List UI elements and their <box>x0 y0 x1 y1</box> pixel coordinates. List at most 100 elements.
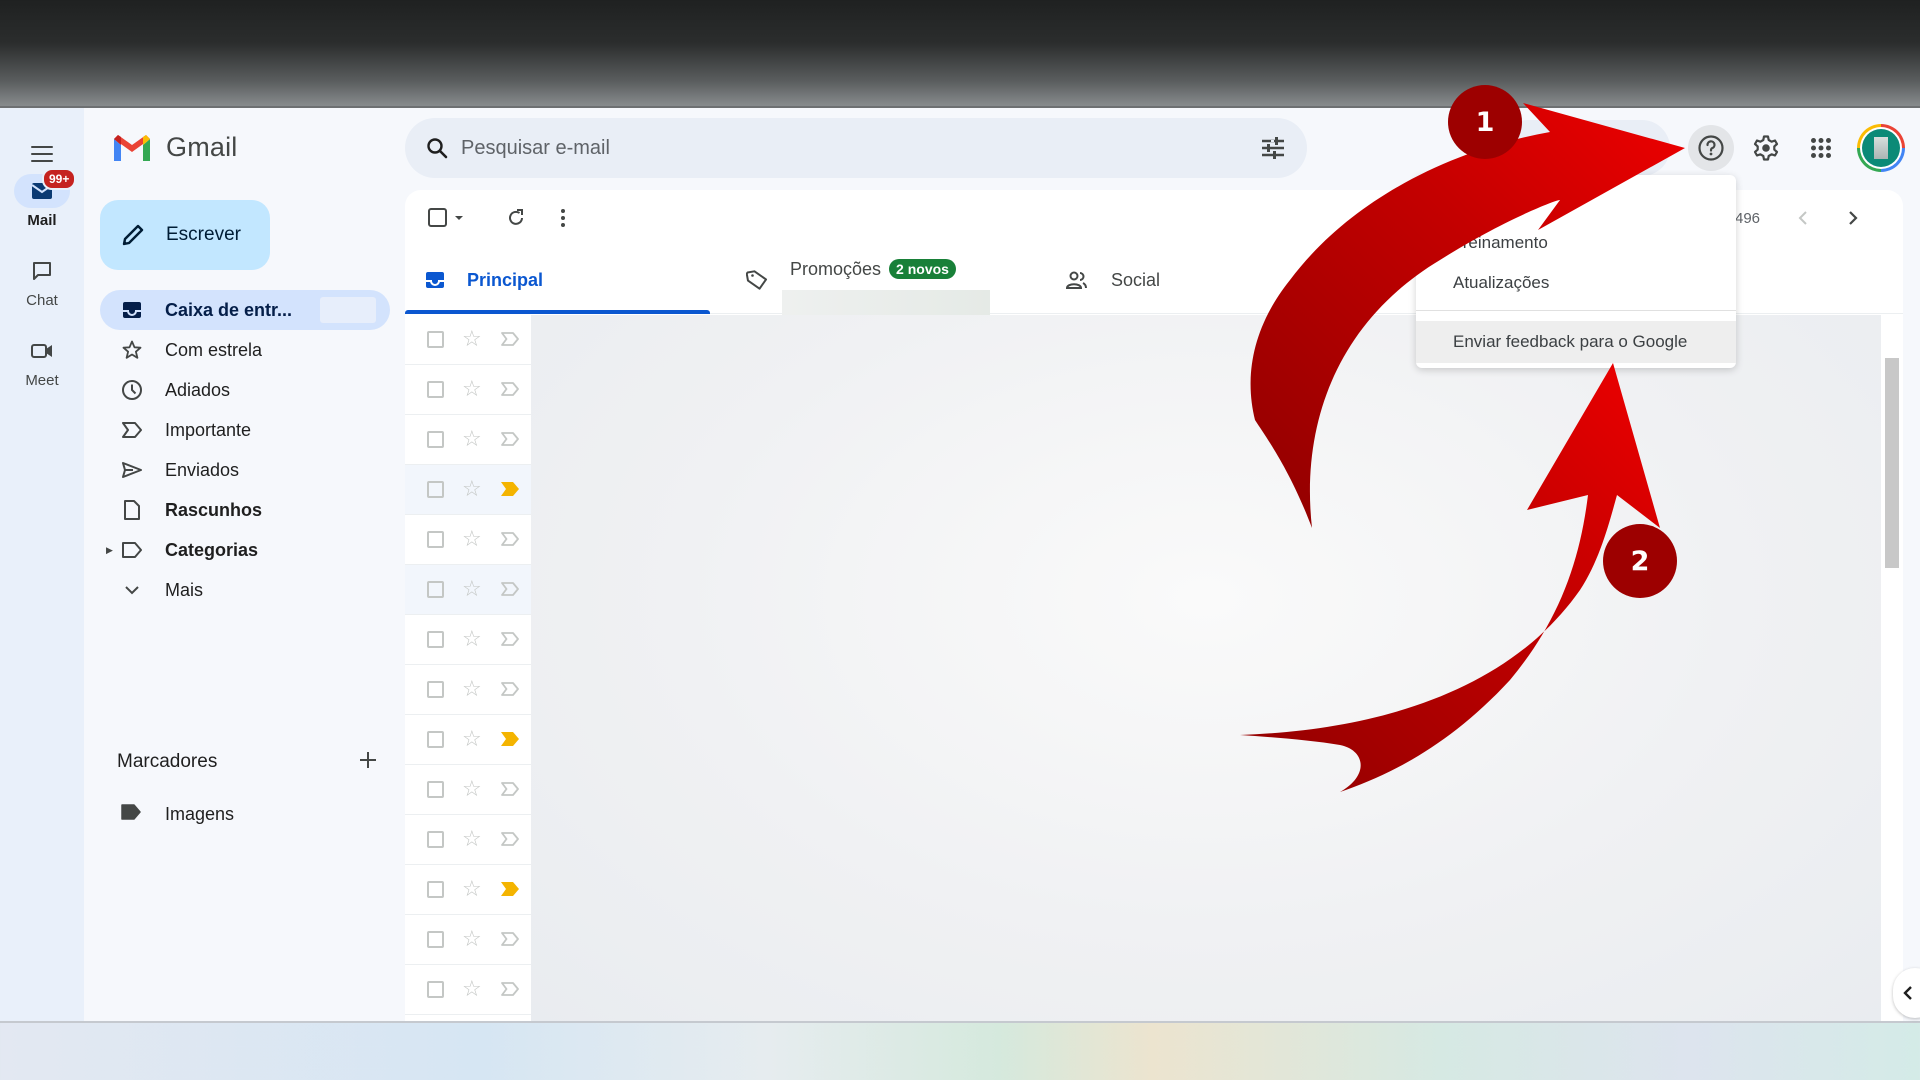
menu-item-treinamento[interactable]: Treinamento <box>1416 223 1736 263</box>
nav-item-inbox[interactable]: Caixa de entr... <box>100 290 390 330</box>
star-icon[interactable]: ☆ <box>462 677 482 701</box>
star-icon[interactable]: ☆ <box>462 727 482 751</box>
tab-social[interactable]: Social <box>1015 246 1320 314</box>
expand-caret-icon[interactable]: ▶ <box>106 545 113 556</box>
row-checkbox[interactable] <box>427 431 444 448</box>
nav-item-categories[interactable]: ▶ Categorias <box>100 530 390 570</box>
menu-item-atualizacoes[interactable]: Atualizações <box>1416 263 1736 303</box>
message-row[interactable]: ☆ <box>405 315 531 365</box>
tag-icon <box>746 270 768 290</box>
important-marker-icon[interactable] <box>500 381 520 397</box>
star-icon[interactable]: ☆ <box>462 527 482 551</box>
nav-item-more[interactable]: Mais <box>100 570 390 610</box>
rail-item-mail[interactable]: 99+ Mail <box>0 168 84 229</box>
nav-item-important[interactable]: Importante <box>100 410 390 450</box>
gmail-logo[interactable]: Gmail <box>112 132 238 163</box>
star-icon[interactable]: ☆ <box>462 427 482 451</box>
row-checkbox[interactable] <box>427 781 444 798</box>
message-row[interactable]: ☆ <box>405 965 531 1015</box>
important-marker-icon[interactable] <box>500 431 520 447</box>
menu-item-ajuda[interactable]: Ajuda <box>1416 183 1736 223</box>
message-row[interactable]: ☆ <box>405 765 531 815</box>
star-icon[interactable]: ☆ <box>462 627 482 651</box>
star-icon[interactable]: ☆ <box>462 927 482 951</box>
row-checkbox[interactable] <box>427 581 444 598</box>
row-checkbox[interactable] <box>427 531 444 548</box>
row-checkbox[interactable] <box>427 331 444 348</box>
status-pill[interactable] <box>1500 120 1670 176</box>
star-icon[interactable]: ☆ <box>462 327 482 351</box>
row-checkbox[interactable] <box>427 731 444 748</box>
star-icon[interactable]: ☆ <box>462 977 482 1001</box>
rail-item-chat[interactable]: Chat <box>0 254 84 309</box>
important-marker-icon[interactable] <box>500 881 520 897</box>
search-bar[interactable] <box>405 118 1307 178</box>
nav-item-drafts[interactable]: Rascunhos <box>100 490 390 530</box>
message-row[interactable]: ☆ <box>405 915 531 965</box>
hidden-tab-icon[interactable] <box>1373 272 1395 294</box>
rail-item-meet[interactable]: Meet <box>0 334 84 389</box>
important-marker-icon[interactable] <box>500 931 520 947</box>
account-avatar[interactable] <box>1857 124 1905 172</box>
important-marker-icon[interactable] <box>500 581 520 597</box>
message-row[interactable]: ☆ <box>405 665 531 715</box>
important-marker-icon[interactable] <box>500 681 520 697</box>
search-input[interactable] <box>461 136 1221 160</box>
search-options-icon[interactable] <box>1259 134 1287 162</box>
label-item-images[interactable]: Imagens <box>100 794 390 834</box>
message-row[interactable]: ☆ <box>405 815 531 865</box>
list-scrollbar[interactable] <box>1885 358 1899 568</box>
row-checkbox[interactable] <box>427 631 444 648</box>
star-icon[interactable]: ☆ <box>462 827 482 851</box>
settings-button[interactable] <box>1743 125 1789 171</box>
message-row[interactable]: ☆ <box>405 715 531 765</box>
plus-icon <box>360 752 376 768</box>
important-marker-icon[interactable] <box>500 781 520 797</box>
label-outline-icon <box>120 538 144 562</box>
nav-item-starred[interactable]: Com estrela <box>100 330 390 370</box>
row-checkbox[interactable] <box>427 381 444 398</box>
compose-button[interactable]: Escrever <box>100 200 270 270</box>
tab-principal[interactable]: Principal <box>405 246 710 314</box>
important-marker-icon[interactable] <box>500 331 520 347</box>
important-marker-icon[interactable] <box>500 831 520 847</box>
message-row[interactable]: ☆ <box>405 365 531 415</box>
nav-item-sent[interactable]: Enviados <box>100 450 390 490</box>
message-row[interactable]: ☆ <box>405 565 531 615</box>
apps-button[interactable] <box>1798 125 1844 171</box>
star-icon[interactable]: ☆ <box>462 777 482 801</box>
message-row[interactable]: ☆ <box>405 865 531 915</box>
help-button[interactable] <box>1688 125 1734 171</box>
star-icon[interactable]: ☆ <box>462 477 482 501</box>
refresh-button[interactable] <box>500 202 532 234</box>
row-checkbox[interactable] <box>427 931 444 948</box>
older-page-button[interactable] <box>1837 202 1869 234</box>
star-icon[interactable]: ☆ <box>462 877 482 901</box>
message-row[interactable]: ☆ <box>405 515 531 565</box>
search-icon[interactable] <box>423 134 451 162</box>
important-marker-icon[interactable] <box>500 631 520 647</box>
message-row[interactable]: ☆ <box>405 465 531 515</box>
star-icon[interactable]: ☆ <box>462 577 482 601</box>
newer-page-button[interactable] <box>1787 202 1819 234</box>
add-label-button[interactable] <box>354 746 382 774</box>
message-row[interactable]: ☆ <box>405 615 531 665</box>
important-marker-icon[interactable] <box>500 481 520 497</box>
row-checkbox[interactable] <box>427 481 444 498</box>
important-marker-icon[interactable] <box>500 531 520 547</box>
app-title: Gmail <box>166 132 238 162</box>
clock-icon <box>120 378 144 402</box>
row-checkbox[interactable] <box>427 831 444 848</box>
menu-item-send-feedback[interactable]: Enviar feedback para o Google <box>1416 321 1736 363</box>
row-checkbox[interactable] <box>427 681 444 698</box>
nav-item-snoozed[interactable]: Adiados <box>100 370 390 410</box>
row-checkbox[interactable] <box>427 881 444 898</box>
important-marker-icon[interactable] <box>500 731 520 747</box>
message-row[interactable]: ☆ <box>405 415 531 465</box>
star-icon[interactable]: ☆ <box>462 377 482 401</box>
row-checkbox[interactable] <box>427 981 444 998</box>
nav-label: Importante <box>165 419 252 440</box>
select-all-checkbox[interactable] <box>427 202 471 234</box>
more-actions-button[interactable] <box>547 202 579 234</box>
important-marker-icon[interactable] <box>500 981 520 997</box>
